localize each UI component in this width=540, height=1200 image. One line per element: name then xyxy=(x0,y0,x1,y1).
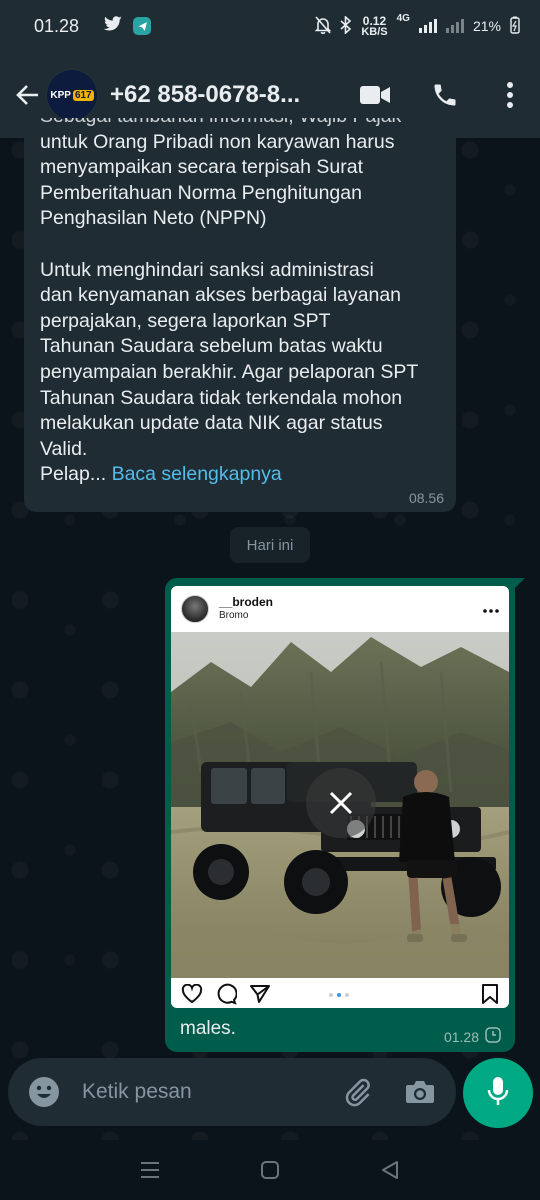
outgoing-message-bubble[interactable]: __broden Bromo males. 01.28 xyxy=(165,578,525,1052)
telegram-icon xyxy=(133,17,152,35)
network-speed: 0.12 KB/S xyxy=(361,15,387,38)
comment-icon[interactable] xyxy=(215,983,238,1009)
message-truncated: Pelap... xyxy=(40,463,107,486)
contact-name[interactable]: +62 858-0678-8... xyxy=(110,81,300,109)
network-speed-value: 0.12 xyxy=(362,13,387,28)
instagram-post-card[interactable]: __broden Bromo xyxy=(171,586,509,1008)
system-nav-bar xyxy=(0,1140,540,1200)
timer-icon xyxy=(485,1027,501,1046)
message-caption: males. xyxy=(180,1018,236,1039)
video-call-icon[interactable] xyxy=(340,70,410,120)
message-input[interactable] xyxy=(82,1080,322,1104)
ig-location[interactable]: Bromo xyxy=(219,610,273,622)
emoji-icon[interactable] xyxy=(24,1072,64,1112)
message-time: 08.56 xyxy=(408,490,444,506)
message-paragraph-1: untuk Orang Pribadi non karyawan harus m… xyxy=(40,130,395,230)
battery-icon xyxy=(510,16,520,37)
message-time: 01.28 xyxy=(443,1028,479,1045)
bluetooth-icon xyxy=(340,14,352,37)
avatar-text: KPP xyxy=(50,89,71,101)
ig-post-header: __broden Bromo xyxy=(171,586,509,632)
date-chip: Hari ini xyxy=(230,527,310,563)
message-input-bar xyxy=(8,1058,456,1126)
signal-icon xyxy=(418,19,437,33)
home-icon[interactable] xyxy=(250,1150,290,1190)
ig-username[interactable]: __broden xyxy=(219,596,273,610)
mute-icon xyxy=(314,15,332,37)
bookmark-icon[interactable] xyxy=(481,983,499,1009)
status-bar: 01.28 0.12 KB/S 4G 21% xyxy=(0,0,540,52)
attach-icon[interactable] xyxy=(338,1072,378,1112)
battery-percent: 21% xyxy=(472,18,501,34)
back-arrow-icon[interactable] xyxy=(10,75,44,115)
twitter-icon xyxy=(103,15,123,37)
message-clipped-line: Sebagai tambahan informasi, Wajib Pajak xyxy=(40,118,442,130)
avatar-badge: 617 xyxy=(72,89,94,101)
signal-icon-2 xyxy=(445,19,464,33)
mic-button[interactable] xyxy=(463,1058,533,1128)
phone-icon[interactable] xyxy=(410,70,480,120)
incoming-message-bubble[interactable]: Sebagai tambahan informasi, Wajib Pajak … xyxy=(24,118,456,512)
heart-icon[interactable] xyxy=(181,983,203,1009)
back-icon[interactable] xyxy=(370,1150,410,1190)
close-icon[interactable] xyxy=(306,768,376,838)
network-type: 4G xyxy=(396,12,410,24)
mic-icon xyxy=(486,1075,510,1112)
more-vertical-icon[interactable] xyxy=(480,70,540,120)
read-more-link[interactable]: Baca selengkapnya xyxy=(112,463,282,485)
ig-post-photo[interactable] xyxy=(171,632,509,978)
message-meta: 01.28 xyxy=(444,1027,501,1046)
more-horizontal-icon[interactable] xyxy=(483,600,499,618)
camera-icon[interactable] xyxy=(400,1072,440,1112)
network-speed-unit: KB/S xyxy=(361,25,388,38)
avatar[interactable]: KPP 617 xyxy=(46,69,98,121)
carousel-dots xyxy=(329,993,349,997)
ig-avatar[interactable] xyxy=(181,595,209,623)
ig-actions-bar xyxy=(171,978,509,1008)
menu-icon[interactable] xyxy=(130,1150,170,1190)
share-icon[interactable] xyxy=(249,984,271,1009)
message-paragraph-2: Untuk menghindari sanksi administrasi da… xyxy=(40,258,419,460)
status-time: 01.28 xyxy=(34,15,80,36)
